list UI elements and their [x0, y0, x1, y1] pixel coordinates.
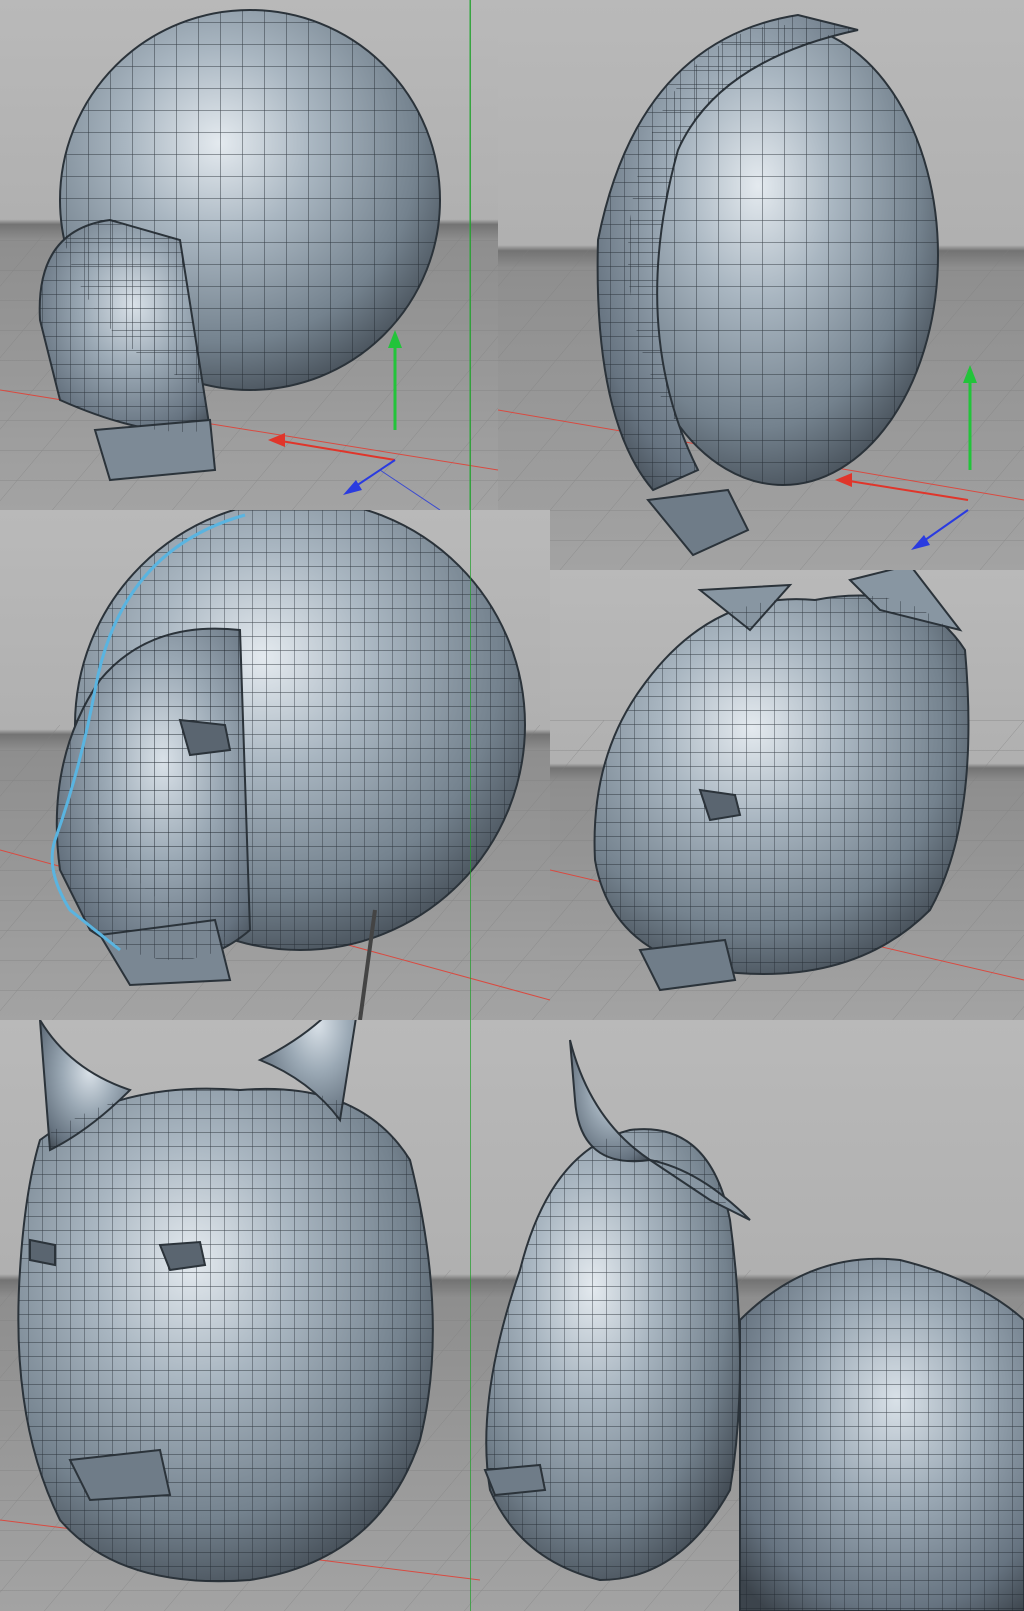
viewport-stage-4[interactable] — [550, 570, 1024, 1020]
stage-6-canvas — [480, 1020, 1024, 1611]
viewport-stage-5[interactable] — [0, 1020, 480, 1611]
viewport-stage-1[interactable] — [0, 0, 498, 510]
stage-2-canvas — [498, 0, 1024, 570]
viewport-stage-6[interactable] — [480, 1020, 1024, 1611]
eye-socket — [178, 718, 232, 757]
stage-3-canvas — [0, 510, 550, 1020]
lynx-body-mesh — [739, 1257, 1024, 1611]
viewport-stage-3[interactable] — [0, 510, 550, 1020]
viewport-divider — [470, 0, 471, 1611]
stage-4-canvas — [550, 570, 1024, 1020]
eye-socket-left — [29, 1238, 56, 1267]
stage-1-canvas — [0, 0, 498, 510]
stage-5-canvas — [0, 1020, 480, 1611]
viewport-stage-2[interactable] — [498, 0, 1024, 570]
